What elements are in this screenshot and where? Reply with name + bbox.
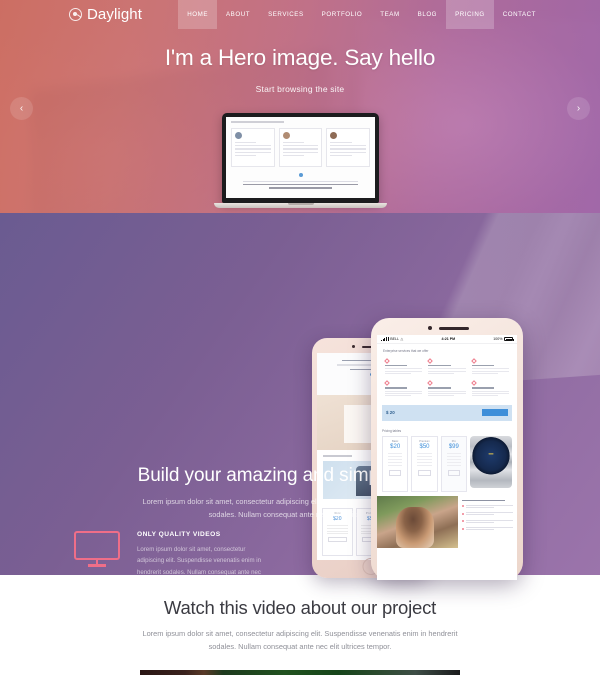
feature-item-videos: ONLY QUALITY VIDEOS Lorem ipsum dolor si… bbox=[69, 529, 269, 575]
plan-button[interactable] bbox=[418, 470, 431, 477]
mock-pricing-section: Pricing tables Basic $20 Premium $50 Pro… bbox=[377, 425, 517, 492]
mock-list-item bbox=[462, 519, 513, 524]
plan-button[interactable] bbox=[389, 470, 402, 477]
mock-feature-list bbox=[458, 496, 517, 548]
nav-item-contact[interactable]: CONTACT bbox=[494, 0, 545, 29]
mock-bottom-section bbox=[377, 495, 517, 548]
mock-service-cell bbox=[469, 378, 512, 400]
nav-item-about[interactable]: ABOUT bbox=[217, 0, 259, 29]
mock-list-item bbox=[462, 512, 513, 516]
phone-status-bar: BELL △ 4:21 PM 100% bbox=[377, 335, 517, 344]
video-section-title: Watch this video about our project bbox=[163, 597, 437, 618]
mock-service-cell bbox=[425, 356, 468, 378]
mock-heading-bar bbox=[231, 121, 284, 123]
nav-item-portfolio[interactable]: PORTFOLIO bbox=[313, 0, 372, 29]
chevron-left-icon[interactable]: ‹ bbox=[10, 97, 33, 120]
chevron-right-icon[interactable]: › bbox=[567, 97, 590, 120]
laptop-screen-content bbox=[226, 117, 375, 198]
laptop-screen bbox=[222, 113, 379, 203]
plan-button[interactable] bbox=[447, 470, 460, 477]
mock-card bbox=[326, 128, 371, 167]
phone-front-screen: BELL △ 4:21 PM 100% Enterprise services … bbox=[377, 335, 517, 580]
avatar bbox=[330, 132, 338, 139]
status-time: 4:21 PM bbox=[441, 337, 456, 341]
mock-services-grid bbox=[377, 356, 517, 401]
mock-promo-banner: $ 20 bbox=[382, 404, 512, 421]
battery-indicator: 100% bbox=[493, 337, 514, 341]
feature-paragraph: Lorem ipsum dolor sit amet, consectetur … bbox=[137, 546, 261, 575]
nav-item-team[interactable]: TEAM bbox=[371, 0, 408, 29]
mock-list-item bbox=[462, 527, 513, 531]
mock-watch-photo bbox=[469, 435, 512, 488]
avatar bbox=[235, 132, 242, 139]
mock-service-cell bbox=[382, 378, 425, 400]
mock-service-cell bbox=[425, 378, 468, 400]
mock-list-item bbox=[462, 504, 513, 509]
video-section: Watch this video about our project Lorem… bbox=[0, 575, 600, 675]
nav-item-pricing[interactable]: PRICING bbox=[446, 0, 494, 29]
mock-card bbox=[231, 128, 275, 167]
mock-card bbox=[278, 128, 323, 167]
nav-item-services[interactable]: SERVICES bbox=[259, 0, 313, 29]
mock-accent-dot bbox=[298, 173, 303, 177]
page-root: Daylight HOME ABOUT SERVICES PORTFOLIO T… bbox=[0, 0, 600, 675]
video-section-subtitle: Lorem ipsum dolor sit amet, consectetur … bbox=[142, 629, 458, 652]
plan-price: $99 bbox=[448, 443, 459, 450]
hero-section: Daylight HOME ABOUT SERVICES PORTFOLIO T… bbox=[0, 0, 600, 213]
mock-pricing-card: Basic $20 bbox=[382, 435, 409, 492]
feature-heading: ONLY QUALITY VIDEOS bbox=[137, 531, 221, 538]
avatar bbox=[282, 132, 290, 139]
hero-title: I'm a Hero image. Say hello bbox=[164, 45, 436, 70]
main-navigation: Daylight HOME ABOUT SERVICES PORTFOLIO T… bbox=[0, 0, 600, 29]
hero-subtitle: Start browsing the site bbox=[255, 84, 345, 94]
mock-footer-text bbox=[243, 181, 358, 189]
mock-pricing-card: Premium $50 bbox=[411, 435, 438, 492]
promo-button[interactable] bbox=[482, 409, 508, 417]
camera-dot-icon bbox=[352, 345, 355, 348]
signal-bars-icon bbox=[381, 336, 389, 342]
carrier-name: BELL bbox=[390, 337, 400, 341]
plan-name: Premium bbox=[419, 439, 430, 443]
nav-links: HOME ABOUT SERVICES PORTFOLIO TEAM BLOG … bbox=[178, 0, 545, 29]
plan-name: Basic bbox=[391, 439, 399, 443]
nav-item-home[interactable]: HOME bbox=[178, 0, 217, 29]
laptop-base bbox=[214, 203, 387, 208]
brand-logo[interactable]: Daylight bbox=[69, 6, 142, 23]
carrier-indicator: BELL △ bbox=[381, 336, 403, 342]
phone-mockup-front: BELL △ 4:21 PM 100% Enterprise services … bbox=[371, 318, 523, 580]
feature-text-block: ONLY QUALITY VIDEOS Lorem ipsum dolor si… bbox=[137, 529, 269, 575]
battery-icon bbox=[504, 337, 514, 341]
video-thumbnail[interactable] bbox=[140, 670, 460, 675]
mock-pricing-card: Pro $99 bbox=[440, 435, 467, 492]
monitor-icon bbox=[69, 529, 124, 575]
location-circle-icon bbox=[69, 8, 82, 21]
feature-list: ONLY QUALITY VIDEOS Lorem ipsum dolor si… bbox=[69, 529, 269, 575]
mock-card-row bbox=[231, 128, 371, 167]
mock-service-cell bbox=[382, 356, 425, 378]
mock-service-cell bbox=[469, 356, 512, 378]
mock-pricing-row: Basic $20 Premium $50 Pro $99 bbox=[382, 435, 512, 492]
promo-price: $ 20 bbox=[386, 410, 395, 416]
plan-price: $50 bbox=[419, 443, 430, 450]
speaker-grill-icon bbox=[439, 327, 469, 330]
mock-pricing-heading: Pricing tables bbox=[382, 428, 402, 433]
nav-item-blog[interactable]: BLOG bbox=[409, 0, 446, 29]
mock-family-photo bbox=[377, 495, 459, 548]
laptop-mockup bbox=[214, 113, 387, 208]
brand-name: Daylight bbox=[87, 6, 142, 23]
plan-price: $20 bbox=[390, 443, 401, 450]
camera-dot-icon bbox=[428, 326, 432, 330]
plan-name: Pro bbox=[451, 439, 456, 443]
battery-percent: 100% bbox=[493, 337, 503, 341]
mock-services-heading: Enterprise services that we offer bbox=[383, 349, 429, 353]
